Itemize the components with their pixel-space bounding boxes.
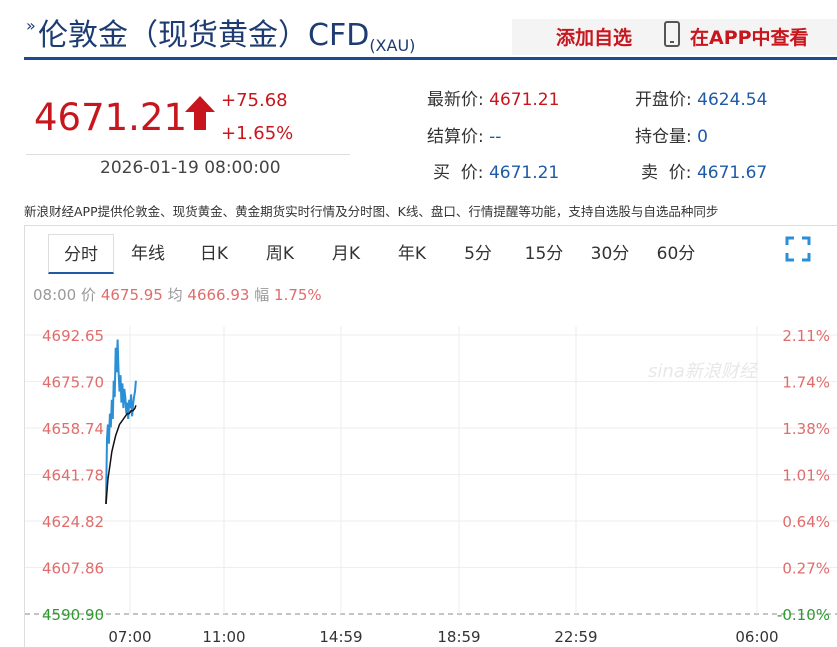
stat-sell-label: 卖 价: — [641, 163, 692, 183]
info-amp-value: 1.75% — [274, 286, 322, 304]
stat-open: 开盘价: 4624.54 — [635, 85, 767, 110]
instrument-title: » 伦敦金（现货黄金）CFD(XAU) — [26, 10, 416, 55]
tab-30min[interactable]: 30分 — [582, 234, 638, 274]
tab-year-line[interactable]: 年线 — [120, 234, 176, 274]
view-in-app-button[interactable]: 在APP中查看 — [690, 23, 809, 50]
stat-oi-label: 持仓量: — [635, 127, 692, 147]
info-avg-label: 均 — [167, 286, 183, 304]
stat-oi-value: 0 — [697, 127, 708, 147]
stat-buy-value: 4671.21 — [488, 163, 560, 183]
info-avg-value: 4666.93 — [187, 286, 250, 304]
tab-5min[interactable]: 5分 — [450, 234, 506, 274]
tab-15min[interactable]: 15分 — [516, 234, 572, 274]
stat-open-label: 开盘价: — [635, 90, 692, 110]
info-price-value: 4675.95 — [100, 286, 163, 304]
stat-settle-value: -- — [489, 127, 502, 147]
stat-latest: 最新价: 4671.21 — [427, 85, 559, 110]
stat-settle-label: 结算价: — [427, 127, 484, 147]
chart-panel: 分时 年线 日K 周K 月K 年K 5分 15分 30分 60分 08:00 价… — [24, 225, 837, 647]
app-description: 新浪财经APP提供伦敦金、现货黄金、黄金期货实时行情及分时图、K线、盘口、行情提… — [24, 204, 719, 219]
divider — [26, 154, 350, 155]
stat-sell: 卖 价: 4671.67 — [641, 158, 767, 183]
info-price-label: 价 — [81, 286, 97, 304]
tab-yearly-k[interactable]: 年K — [384, 234, 440, 274]
stat-buy: 买 价: 4671.21 — [433, 158, 559, 183]
info-amp-label: 幅 — [254, 286, 270, 304]
double-chevron-icon: » — [26, 16, 36, 35]
add-favorite-button[interactable]: 添加自选 — [556, 23, 632, 50]
stat-buy-label: 买 价: — [433, 163, 484, 183]
instrument-name: 伦敦金（现货黄金）CFD — [38, 18, 370, 53]
stat-latest-label: 最新价: — [427, 90, 484, 110]
stat-settle: 结算价: -- — [427, 122, 501, 147]
header-actions: 添加自选 在APP中查看 — [512, 19, 837, 55]
tab-intraday[interactable]: 分时 — [48, 234, 114, 274]
up-arrow-icon — [185, 96, 215, 130]
tab-60min[interactable]: 60分 — [648, 234, 704, 274]
price-change-percent: +1.65% — [221, 123, 294, 144]
page-header: » 伦敦金（现货黄金）CFD(XAU) 添加自选 在APP中查看 — [24, 0, 837, 60]
stat-open-interest: 持仓量: 0 — [635, 122, 708, 147]
tab-weekly-k[interactable]: 周K — [252, 234, 308, 274]
tab-monthly-k[interactable]: 月K — [318, 234, 374, 274]
crosshair-info: 08:00 价 4675.95 均 4666.93 幅 1.75% — [33, 284, 322, 305]
stat-latest-value: 4671.21 — [489, 90, 560, 110]
info-time: 08:00 — [33, 286, 77, 304]
stat-sell-value: 4671.67 — [696, 163, 768, 183]
tab-daily-k[interactable]: 日K — [186, 234, 242, 274]
current-price: 4671.21 — [34, 96, 188, 139]
quote-datetime: 2026-01-19 08:00:00 — [100, 158, 281, 178]
stat-open-value: 4624.54 — [697, 90, 768, 110]
instrument-symbol: (XAU) — [369, 36, 416, 55]
fullscreen-icon[interactable] — [785, 236, 811, 262]
phone-icon — [664, 21, 680, 47]
price-change: +75.68 — [221, 90, 288, 111]
